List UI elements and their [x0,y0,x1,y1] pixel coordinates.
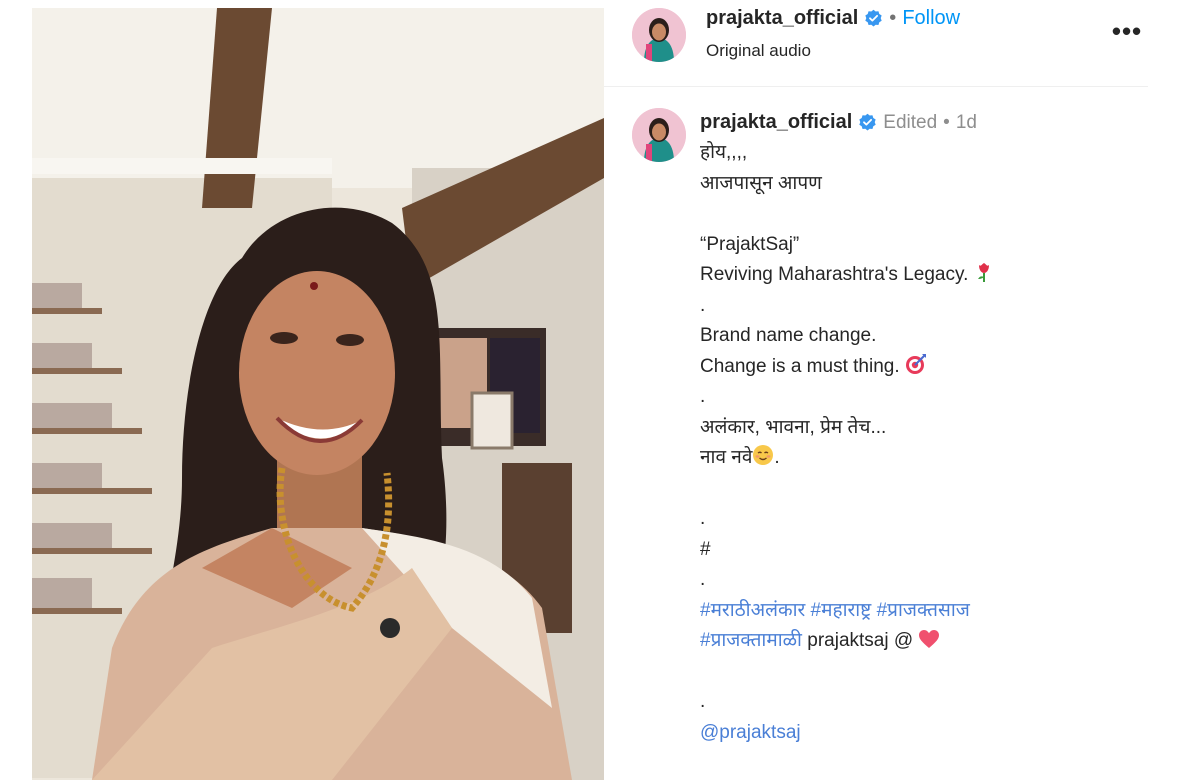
relieved-face-emoji [752,444,774,477]
verified-badge-icon [858,113,877,132]
caption-line-row: नाव नवे . [700,443,1140,474]
caption-line-row: Reviving Maharashtra's Legacy. [700,260,1140,291]
author-username[interactable]: prajakta_official [706,7,858,30]
hashtag-link[interactable]: #प्राजक्तसाज [877,600,970,621]
caption-line: . [700,294,706,316]
caption-meta-row: prajakta_official Edited • 1d [700,111,977,134]
original-audio-link[interactable]: Original audio [706,41,811,61]
caption-line: Change is a must thing. [700,355,900,377]
caption-line: होय,,,, [700,142,748,163]
reel-video-frame [32,8,604,780]
caption-line: आजपासून आपण [700,172,822,194]
hashtag-link[interactable]: #महाराष्ट्र [811,600,872,621]
caption-line: . [700,386,706,407]
hashtag-row: #मराठीअलंकार #महाराष्ट्र #प्राजक्तसाज [700,596,1140,627]
meta-separator: • [943,111,950,133]
caption-line: . [700,691,706,712]
edited-label: Edited [883,111,938,133]
caption-line: prajaktsaj @ [807,630,914,651]
header-separator: • [889,7,897,29]
post-age[interactable]: 1d [956,112,977,134]
caption-line: Reviving Maharashtra's Legacy. [700,264,969,285]
reel-video[interactable] [32,8,604,780]
caption-line: नाव नवे [700,447,753,468]
mention-row: @prajaktsaj [700,718,1140,749]
post-header: prajakta_official • Follow Original audi… [604,0,1148,87]
caption-author-avatar[interactable] [632,108,686,162]
more-options-button[interactable]: ••• [1110,14,1144,48]
hashtag-link[interactable]: #मराठीअलंकार [700,600,805,621]
caption-line: Brand name change. [700,325,877,346]
follow-button[interactable]: Follow [902,7,960,30]
hashtag-row: #प्राजक्तामाळी prajaktsaj @ [700,626,1140,657]
rose-emoji [974,261,994,294]
author-avatar[interactable] [632,8,686,62]
avatar-image [632,8,686,62]
target-emoji [905,353,927,386]
caption-text: होय,,,, आजपासून आपण “PrajaktSaj” Revivin… [700,138,1140,748]
caption-username[interactable]: prajakta_official [700,111,852,134]
caption-line: . [700,569,706,590]
avatar-image [632,108,686,162]
caption-line: अलंकार, भावना, प्रेम तेच... [700,416,887,438]
heart-emoji [918,629,940,660]
caption-line: . [774,447,780,468]
caption-line: . [700,508,706,529]
verified-badge-icon [864,9,883,28]
mention-link[interactable]: @prajaktsaj [700,722,801,743]
caption-line: # [700,538,711,560]
post-side-panel: prajakta_official • Follow Original audi… [604,0,1200,780]
caption-line: “PrajaktSaj” [700,233,800,255]
caption-line-row: Change is a must thing. [700,352,1140,383]
header-user-row: prajakta_official • Follow [706,7,960,30]
hashtag-link[interactable]: #प्राजक्तामाळी [700,630,802,651]
